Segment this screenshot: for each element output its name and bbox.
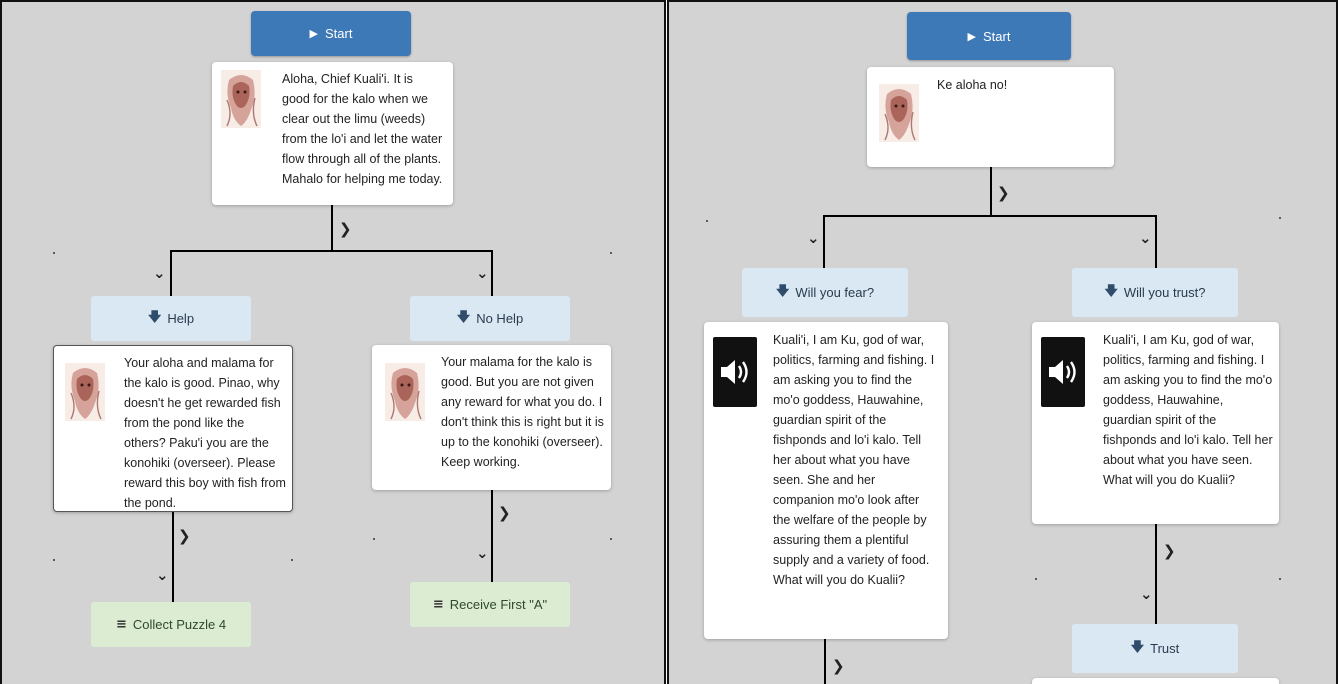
choice-button-no-help[interactable]: 🡇 No Help xyxy=(410,296,570,341)
trust-response-text: Kuali'i, I am Ku, god of war, politics, … xyxy=(1103,333,1273,487)
ku-portrait-icon xyxy=(879,84,919,142)
play-icon: ▶ xyxy=(967,29,976,43)
connector-line xyxy=(331,205,333,252)
arrow-down-icon: 🡇 xyxy=(1104,283,1118,299)
intro-dialog-card: Aloha, Chief Kuali'i. It is good for the… xyxy=(212,62,453,205)
chevron-right-icon[interactable]: ❯ xyxy=(178,529,191,544)
choice-label: Will you trust? xyxy=(1123,285,1206,300)
outcome-label: Receive First "A" xyxy=(449,597,548,612)
connector-line xyxy=(823,215,1157,217)
connector-line xyxy=(172,512,174,602)
no-help-response-card: Your malama for the kalo is good. But yo… xyxy=(372,345,611,490)
choice-label: No Help xyxy=(476,311,524,326)
choice-button-will-you-trust[interactable]: 🡇 Will you trust? xyxy=(1072,268,1238,317)
arrow-down-icon: 🡇 xyxy=(456,309,471,325)
chevron-right-icon[interactable]: ❯ xyxy=(997,186,1010,201)
connector-line xyxy=(491,490,493,582)
connector-line xyxy=(491,250,493,296)
fear-response-text: Kuali'i, I am Ku, god of war, politics, … xyxy=(773,333,935,587)
chevron-down-icon[interactable]: ⌄ xyxy=(476,546,489,561)
anchor-dot xyxy=(610,252,612,254)
chevron-down-icon[interactable]: ⌄ xyxy=(153,266,166,281)
start-label: Start xyxy=(325,26,353,41)
choice-label: Trust xyxy=(1150,641,1180,656)
connector-line xyxy=(170,250,172,296)
arrow-down-icon: 🡇 xyxy=(1130,639,1145,655)
anchor-dot xyxy=(53,252,55,254)
anchor-dot xyxy=(1035,578,1037,580)
outcome-label: Collect Puzzle 4 xyxy=(132,617,227,632)
choice-button-help[interactable]: 🡇 Help xyxy=(91,296,251,341)
connector-line xyxy=(1155,215,1157,268)
chevron-down-icon[interactable]: ⌄ xyxy=(807,231,820,246)
collect-puzzle-4-button[interactable]: ≡ Collect Puzzle 4 xyxy=(91,602,251,647)
chevron-down-icon[interactable]: ⌄ xyxy=(156,568,169,583)
anchor-dot xyxy=(610,538,612,540)
speaker-icon[interactable] xyxy=(713,337,757,407)
connector-line xyxy=(824,639,826,684)
arrow-down-icon: 🡇 xyxy=(147,309,162,325)
chief-portrait-icon xyxy=(221,70,261,128)
intro-dialog-text: Ke aloha no! xyxy=(937,78,1008,92)
villager-portrait-icon xyxy=(65,363,105,421)
chevron-right-icon[interactable]: ❯ xyxy=(498,506,511,521)
flow-panel-left: ❯ ⌄ ⌄ ❯ ⌄ ❯ ⌄ ▶ Start Aloha, Chief Kuali… xyxy=(0,0,666,684)
intro-dialog-text: Aloha, Chief Kuali'i. It is good for the… xyxy=(282,72,443,186)
receive-first-a-button[interactable]: ≡ Receive First "A" xyxy=(410,582,570,627)
choice-button-will-you-fear[interactable]: 🡇 Will you fear? xyxy=(742,268,908,317)
start-button[interactable]: ▶ Start xyxy=(251,11,411,56)
chevron-down-icon[interactable]: ⌄ xyxy=(476,266,489,281)
list-icon: ≡ xyxy=(432,597,444,612)
anchor-dot xyxy=(291,559,293,561)
help-response-card: Your aloha and malama for the kalo is go… xyxy=(53,345,293,512)
start-button[interactable]: ▶ Start xyxy=(907,12,1071,60)
start-label: Start xyxy=(983,28,1011,44)
help-response-text: Your aloha and malama for the kalo is go… xyxy=(124,356,286,510)
choice-label: Will you fear? xyxy=(795,285,875,300)
anchor-dot xyxy=(706,220,708,222)
anchor-dot xyxy=(373,538,375,540)
connector-line xyxy=(1155,524,1157,624)
arrow-down-icon: 🡇 xyxy=(775,283,790,299)
flow-panel-right: ❯ ⌄ ⌄ ❯ ⌄ ❯ ▶ Start Ke aloha no! 🡇 Will … xyxy=(667,0,1338,684)
connector-line xyxy=(990,167,992,217)
choice-label: Help xyxy=(167,311,195,326)
anchor-dot xyxy=(53,559,55,561)
trust-response-card: Kuali'i, I am Ku, god of war, politics, … xyxy=(1032,322,1279,524)
chevron-down-icon[interactable]: ⌄ xyxy=(1140,587,1153,602)
no-help-response-text: Your malama for the kalo is good. But yo… xyxy=(441,355,604,469)
connector-line xyxy=(823,215,825,268)
intro-dialog-card: Ke aloha no! xyxy=(867,67,1114,167)
anchor-dot xyxy=(1279,217,1281,219)
chevron-down-icon[interactable]: ⌄ xyxy=(1139,231,1152,246)
list-icon: ≡ xyxy=(115,617,127,632)
speaker-icon[interactable] xyxy=(1041,337,1085,407)
next-dialog-card-partial xyxy=(1032,678,1279,684)
chevron-right-icon[interactable]: ❯ xyxy=(339,222,352,237)
choice-button-trust[interactable]: 🡇 Trust xyxy=(1072,624,1238,673)
chevron-right-icon[interactable]: ❯ xyxy=(832,659,845,674)
chevron-right-icon[interactable]: ❯ xyxy=(1163,544,1176,559)
connector-line xyxy=(170,250,493,252)
fear-response-card: Kuali'i, I am Ku, god of war, politics, … xyxy=(704,322,948,639)
play-icon: ▶ xyxy=(309,27,318,40)
villager-portrait-icon xyxy=(385,363,425,421)
anchor-dot xyxy=(1279,578,1281,580)
